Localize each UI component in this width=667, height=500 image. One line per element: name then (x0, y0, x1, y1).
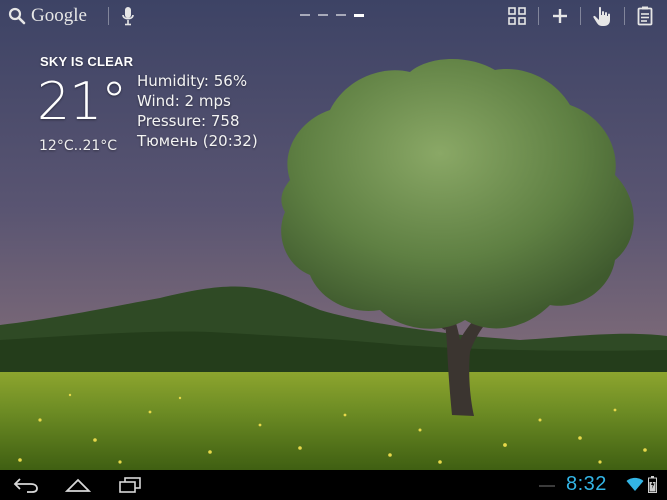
touch-button[interactable] (589, 3, 615, 29)
home-button[interactable] (58, 472, 98, 498)
page-dot-1 (300, 14, 310, 16)
google-search-label: Google (31, 5, 87, 26)
microphone-icon (122, 7, 134, 26)
battery-icon (648, 476, 657, 493)
voice-search-button[interactable] (115, 3, 141, 29)
battery-status (648, 476, 657, 497)
recent-apps-icon (119, 477, 141, 493)
page-dot-2 (318, 14, 328, 16)
humidity-value: Humidity: 56% (137, 72, 248, 90)
current-temperature: 21° (37, 72, 127, 132)
apps-grid-icon (508, 7, 526, 25)
wifi-icon (626, 477, 644, 491)
all-apps-button[interactable] (504, 3, 530, 29)
system-navigation-bar: 8:32 (0, 470, 667, 500)
google-search-bar[interactable]: Google (8, 3, 87, 29)
touch-hand-icon (593, 6, 610, 26)
weather-details: Humidity: 56% Wind: 2 mps Pressure: 758 … (137, 71, 258, 151)
notification-handle-icon (539, 485, 555, 487)
search-divider (108, 7, 109, 25)
action-divider-2 (580, 7, 581, 25)
wind-value: Wind: 2 mps (137, 92, 231, 110)
pressure-value: Pressure: 758 (137, 112, 240, 130)
back-button[interactable] (6, 472, 46, 498)
status-clock[interactable]: 8:32 (566, 473, 607, 496)
back-icon (13, 478, 38, 493)
page-dot-3 (336, 14, 346, 16)
page-dot-4-active (354, 14, 364, 17)
home-icon (65, 478, 91, 492)
top-bar: Google (0, 0, 667, 32)
temperature-range: 12°C..21°C (39, 138, 118, 154)
weather-condition: SKY IS CLEAR (40, 54, 134, 69)
add-button[interactable] (547, 3, 573, 29)
wifi-status (626, 476, 644, 496)
page-indicator (300, 14, 364, 17)
notes-icon (637, 6, 653, 26)
notification-handle[interactable] (538, 478, 556, 492)
plus-icon (553, 9, 567, 23)
action-divider-3 (624, 7, 625, 25)
recent-apps-button[interactable] (110, 472, 150, 498)
search-icon (8, 7, 26, 25)
notes-button[interactable] (632, 3, 658, 29)
location-time: Тюмень (20:32) (137, 132, 258, 150)
weather-widget[interactable]: SKY IS CLEAR 21° 12°C..21°C Humidity: 56… (0, 50, 290, 160)
action-divider-1 (538, 7, 539, 25)
